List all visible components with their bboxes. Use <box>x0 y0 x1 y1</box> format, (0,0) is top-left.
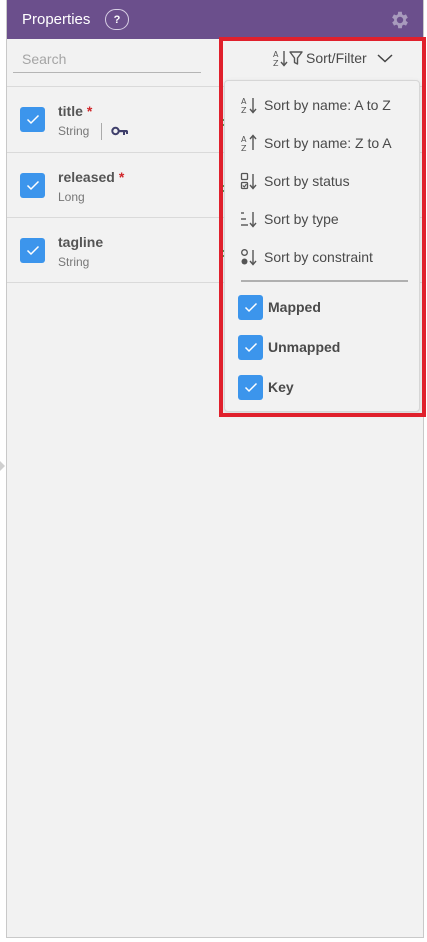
svg-text:A: A <box>273 50 279 59</box>
sort-option-status[interactable]: Sort by status <box>240 170 350 192</box>
filter-icon <box>289 51 303 65</box>
sort-option-label: Sort by status <box>264 173 350 189</box>
filter-mapped[interactable]: Mapped <box>238 294 321 320</box>
svg-text:Z: Z <box>241 106 247 114</box>
filter-key[interactable]: Key <box>238 374 294 400</box>
sort-filter-dropdown: A Z Sort by name: A to Z A Z Sort by nam… <box>224 80 420 412</box>
svg-text:A: A <box>241 135 247 144</box>
dropdown-divider <box>241 280 408 282</box>
gear-icon[interactable] <box>389 9 411 31</box>
sort-status-icon <box>240 172 257 190</box>
property-type: String <box>58 124 90 138</box>
required-marker: * <box>118 169 125 185</box>
property-name: released * <box>58 169 124 185</box>
chevron-down-icon <box>377 54 393 63</box>
property-type: String <box>58 255 90 269</box>
sort-type-icon <box>241 212 257 228</box>
property-name: tagline <box>58 234 107 250</box>
sort-az-icon: A Z <box>241 97 257 114</box>
property-name: title * <box>58 103 92 119</box>
sort-option-constraint[interactable]: Sort by constraint <box>240 246 373 268</box>
property-name-text: title <box>58 103 83 119</box>
sort-option-label: Sort by constraint <box>264 249 373 265</box>
property-type: Long <box>58 190 85 204</box>
property-checkbox[interactable] <box>20 173 45 198</box>
property-checkbox[interactable] <box>20 107 45 132</box>
sort-za-icon: A Z <box>241 134 257 152</box>
divider <box>101 123 102 140</box>
filter-label: Key <box>268 379 294 395</box>
sort-filter-button[interactable]: A Z Sort/Filter <box>273 47 393 69</box>
panel-header: Properties ? <box>7 0 423 39</box>
help-icon[interactable]: ? <box>105 9 129 30</box>
svg-text:Z: Z <box>273 59 279 67</box>
panel-title: Properties <box>22 11 91 28</box>
svg-text:Z: Z <box>241 144 247 152</box>
sort-option-type[interactable]: Sort by type <box>240 208 339 230</box>
search-input[interactable] <box>13 45 201 73</box>
svg-text:A: A <box>241 97 247 106</box>
filter-checkbox[interactable] <box>238 294 263 320</box>
property-checkbox[interactable] <box>20 238 45 263</box>
sort-option-label: Sort by name: Z to A <box>264 135 392 151</box>
sort-option-label: Sort by type <box>264 211 339 227</box>
sort-option-label: Sort by name: A to Z <box>264 97 391 113</box>
filter-checkbox[interactable] <box>238 334 263 360</box>
property-name-text: released <box>58 169 115 185</box>
sort-constraint-icon <box>241 249 257 266</box>
filter-checkbox[interactable] <box>238 374 263 400</box>
sort-option-name-desc[interactable]: A Z Sort by name: Z to A <box>240 132 392 154</box>
sort-option-name-asc[interactable]: A Z Sort by name: A to Z <box>240 94 391 116</box>
filter-unmapped[interactable]: Unmapped <box>238 334 340 360</box>
property-name-text: tagline <box>58 234 104 250</box>
collapse-handle-icon[interactable] <box>0 461 5 471</box>
key-icon <box>111 126 128 136</box>
required-marker: * <box>86 103 93 119</box>
sort-filter-label: Sort/Filter <box>306 50 367 66</box>
filter-label: Mapped <box>268 299 321 315</box>
filter-label: Unmapped <box>268 339 341 355</box>
sort-alpha-icon: A Z <box>273 50 288 67</box>
